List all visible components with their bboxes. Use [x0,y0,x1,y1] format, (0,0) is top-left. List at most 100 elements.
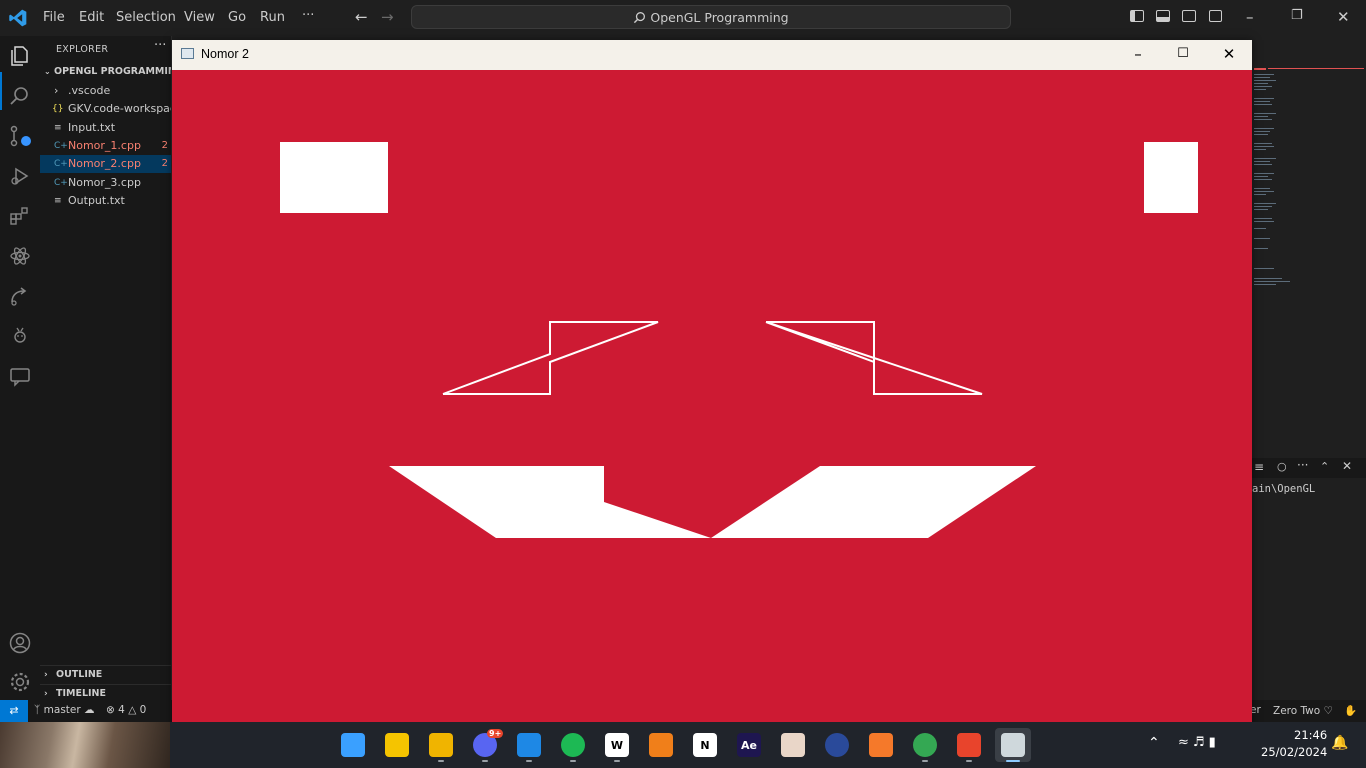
running-indicator [614,760,620,762]
taskbar-app-file-explorer[interactable] [423,728,459,762]
accounts-alt-icon[interactable] [8,324,32,348]
arrow-left-icon[interactable]: ← [355,8,368,26]
tree-item-vscode-folder[interactable]: › .vscode [40,82,171,100]
more-actions-icon[interactable]: ··· [154,38,166,53]
file-explorer-icon [429,733,453,757]
menu-edit[interactable]: Edit [79,10,104,25]
volume-icon[interactable]: ♬ [1193,735,1209,750]
command-center[interactable]: OpenGL Programming [411,5,1011,29]
branch-name: master [43,704,81,716]
menu-file[interactable]: File [43,10,65,25]
command-center-label: OpenGL Programming [650,9,789,25]
chrome-icon [913,733,937,757]
tree-item-label: .vscode [68,84,111,97]
menu-view[interactable]: View [184,10,215,25]
window-title: Nomor 2 [201,47,249,61]
run-debug-icon[interactable] [8,164,32,188]
taskbar-app-discord[interactable]: 9+ [467,728,504,762]
tree-item-input-txt[interactable]: ≡ Input.txt [40,119,171,137]
profile-status[interactable]: Zero Two ♡ ✋ [1273,704,1357,717]
cinema4d-icon [825,733,849,757]
extensions-icon[interactable] [8,204,32,228]
source-control-icon[interactable] [8,124,32,148]
toggle-sidebar-icon[interactable] [1130,10,1144,22]
taskbar-app-after-effects[interactable]: Ae [731,728,767,762]
tree-item-output-txt[interactable]: ≡ Output.txt [40,192,171,210]
json-braces-icon: {} [52,104,64,114]
minimize-icon[interactable]: – [1123,44,1153,64]
timeline-section[interactable]: › TIMELINE [40,684,171,700]
more-actions-icon[interactable]: ··· [1297,458,1308,472]
files-icon[interactable] [8,44,32,68]
tree-item-nomor3[interactable]: C+ Nomor_3.cpp [40,174,171,192]
search-icon[interactable] [8,84,32,108]
taskbar-app-app-red[interactable] [951,728,987,762]
arrow-right-icon[interactable]: → [381,8,394,26]
taskbar-app-spotify[interactable] [555,728,591,762]
gear-icon[interactable] [8,670,32,694]
tree-item-workspace-file[interactable]: {} GKV.code-workspace [40,100,171,118]
maximize-icon[interactable]: ☐ [1168,44,1198,64]
opengl-window-titlebar[interactable]: Nomor 2 – ☐ ✕ [172,40,1252,70]
outline-section[interactable]: › OUTLINE [40,665,171,684]
close-panel-icon[interactable]: ✕ [1342,459,1352,473]
windows-taskbar: 9+ W N Ae ⌃ ≈♬▮ 21:46 25/02/2024 🔔 [0,722,1366,768]
chevron-up-icon[interactable]: ⌃ [1148,735,1160,751]
remote-indicator[interactable]: ⇄ [0,700,28,722]
react-atom-icon[interactable] [8,244,32,268]
battery-icon[interactable]: ▮ [1209,735,1220,750]
running-indicator [966,760,972,762]
close-icon[interactable]: ✕ [1214,44,1244,64]
tree-item-nomor2[interactable]: C+ Nomor_2.cpp 2 [40,155,171,173]
bell-icon[interactable]: 🔔 [1331,735,1348,751]
wifi-icon[interactable]: ≈ [1178,735,1193,750]
clock-time[interactable]: 21:46 [1294,728,1327,742]
minimap[interactable] [1254,68,1364,298]
opengl-canvas[interactable] [172,70,1252,768]
customize-layout-icon[interactable] [1209,10,1222,22]
menu-go[interactable]: Go [228,10,246,25]
taskbar-app-chrome[interactable] [907,728,943,762]
taskbar-app-app-w[interactable]: W [599,728,635,762]
left-eye [280,142,388,213]
taskbar-app-anime-app[interactable] [775,728,811,762]
taskbar-app-sticky-notes[interactable] [379,728,415,762]
tree-item-label: Output.txt [68,194,125,207]
workspace-header[interactable]: ⌄ OPENGL PROGRAMMING [44,66,171,77]
restore-icon[interactable]: ❐ [1291,8,1303,23]
chat-icon[interactable] [8,364,32,388]
system-tray[interactable]: ≈♬▮ [1178,735,1220,750]
notification-badge: 9+ [487,729,504,738]
vscode-logo-icon[interactable] [8,8,28,28]
taskbar-app-vscode[interactable] [511,728,547,762]
opengl-window[interactable]: Nomor 2 – ☐ ✕ [172,40,1252,768]
clock-date[interactable]: 25/02/2024 [1261,745,1327,759]
fl-studio-icon [649,733,673,757]
toggle-secondary-sidebar-icon[interactable] [1182,10,1196,22]
account-icon[interactable] [8,631,32,655]
remote-explorer-icon[interactable] [8,284,32,308]
tree-item-label: Nomor_1.cpp [68,139,141,152]
minimize-icon[interactable]: – [1246,8,1254,26]
taskbar-app-blender[interactable] [863,728,899,762]
taskbar-app-fl-studio[interactable] [643,728,679,762]
close-icon[interactable]: ✕ [1337,8,1350,26]
notifications-icon[interactable]: ✋ [1344,705,1357,717]
taskbar-app-cinema4d[interactable] [819,728,855,762]
lock-icon[interactable]: ○ [1277,460,1287,473]
menu-selection[interactable]: Selection [116,10,176,25]
clear-terminal-icon[interactable]: ≡ [1254,460,1264,474]
problems-indicator[interactable]: ⊗ 4 △ 0 [106,704,146,716]
taskbar-app-opengl-window[interactable] [995,728,1031,762]
running-indicator [570,760,576,762]
after-effects-icon: Ae [737,733,761,757]
taskbar-app-notion[interactable]: N [687,728,723,762]
menu-more[interactable]: ··· [302,8,314,23]
toggle-panel-icon[interactable] [1156,10,1170,22]
maximize-panel-icon[interactable]: ⌃ [1320,460,1329,473]
tree-item-nomor1[interactable]: C+ Nomor_1.cpp 2 [40,137,171,155]
taskbar-app-start[interactable] [335,728,371,762]
menu-run[interactable]: Run [260,10,285,25]
active-indicator [0,72,2,110]
branch-indicator[interactable]: ᛉ master ☁ [34,704,95,716]
